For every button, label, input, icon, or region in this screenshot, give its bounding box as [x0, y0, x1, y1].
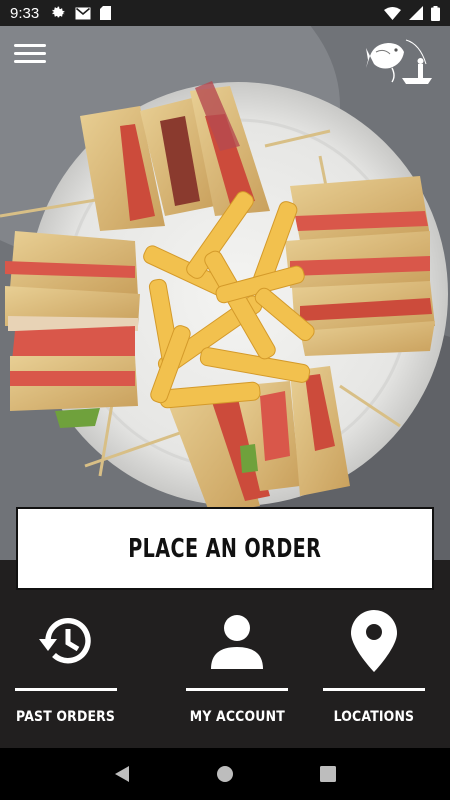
nav-past-orders-label: PAST ORDERS [16, 709, 116, 725]
wifi-icon [384, 6, 401, 20]
hamburger-menu-button[interactable] [14, 44, 46, 66]
nav-my-account[interactable]: MY ACCOUNT [185, 606, 289, 734]
nav-my-account-label: MY ACCOUNT [189, 709, 285, 725]
place-order-label: PLACE AN ORDER [128, 533, 322, 564]
nav-divider-rule [323, 688, 425, 691]
hero-food-photo [0, 26, 450, 560]
sd-card-icon [100, 6, 112, 20]
bottom-nav: PAST ORDERS MY ACCOUNT LOCATIONS [0, 606, 450, 736]
settings-icon [52, 6, 66, 20]
place-order-button[interactable]: PLACE AN ORDER [16, 507, 434, 590]
recents-icon[interactable] [308, 754, 348, 794]
status-bar: 9:33 [0, 0, 450, 26]
location-pin-icon [351, 606, 397, 676]
nav-divider-rule [15, 688, 117, 691]
nav-past-orders[interactable]: PAST ORDERS [14, 606, 118, 734]
fish-and-boat-logo[interactable] [366, 38, 436, 86]
signal-icon [409, 6, 423, 20]
back-icon[interactable] [102, 754, 142, 794]
history-icon [36, 606, 96, 676]
android-navigation-bar [0, 748, 450, 800]
club-sandwich-photo [0, 26, 450, 560]
menu-bar [14, 60, 46, 63]
menu-bar [14, 52, 46, 55]
menu-bar [14, 44, 46, 47]
gmail-icon [75, 7, 91, 20]
person-icon [209, 606, 265, 676]
nav-locations[interactable]: LOCATIONS [322, 606, 426, 734]
home-icon[interactable] [205, 754, 245, 794]
status-time: 9:33 [10, 4, 40, 22]
nav-divider-rule [186, 688, 288, 691]
nav-locations-label: LOCATIONS [333, 709, 415, 725]
battery-icon [431, 5, 440, 21]
